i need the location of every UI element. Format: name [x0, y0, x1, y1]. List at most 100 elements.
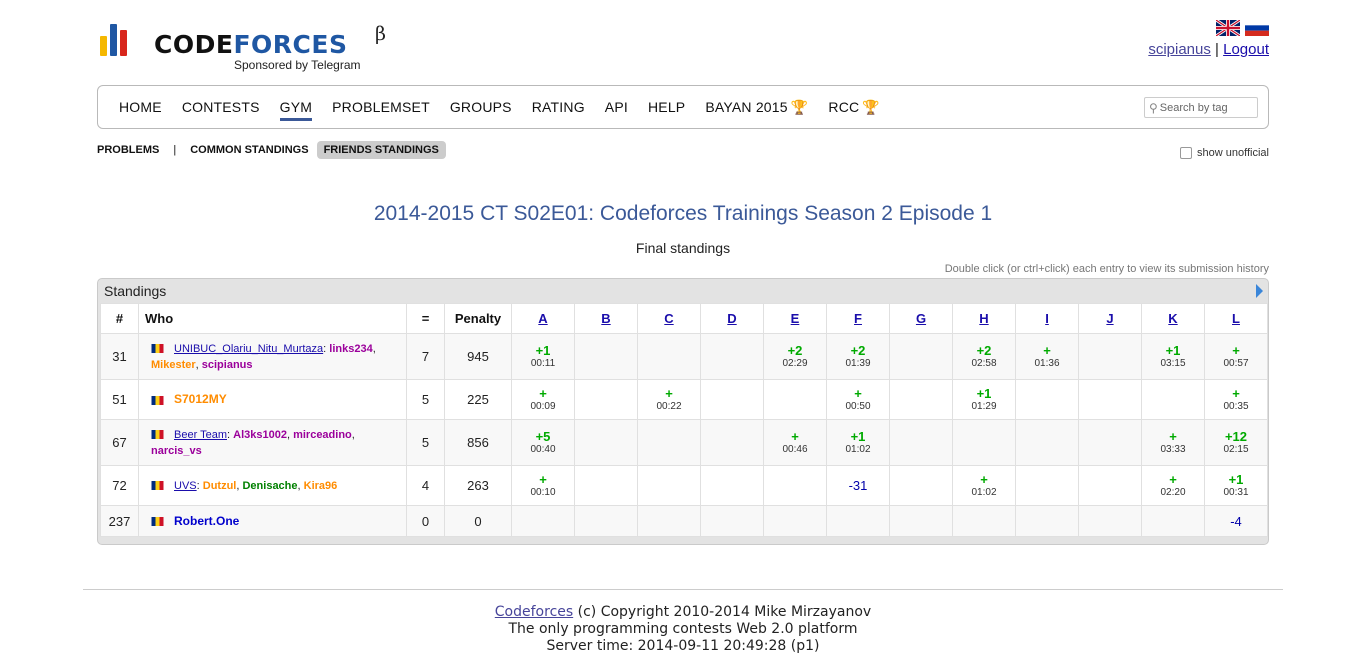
problem-cell[interactable]: +01:36 — [1015, 333, 1079, 380]
problem-cell[interactable] — [574, 465, 638, 506]
contestant-link[interactable]: Robert.One — [174, 514, 239, 528]
problem-link[interactable]: D — [727, 311, 736, 326]
nav-item-api[interactable]: API — [605, 99, 628, 115]
problem-link[interactable]: J — [1106, 311, 1113, 326]
problem-cell[interactable]: +2 01:39 — [826, 333, 890, 380]
problem-cell[interactable] — [574, 379, 638, 420]
problem-cell[interactable] — [1078, 505, 1142, 537]
problem-cell[interactable] — [1015, 505, 1079, 537]
problem-cell[interactable]: +00:10 — [511, 465, 575, 506]
team-link[interactable]: UVS — [174, 480, 197, 492]
member-link[interactable]: Mikester — [151, 359, 196, 371]
problem-cell[interactable]: +00:50 — [826, 379, 890, 420]
problem-cell[interactable]: +00:22 — [637, 379, 701, 420]
team-link[interactable]: Beer Team — [174, 429, 227, 441]
logout-link[interactable]: Logout — [1223, 41, 1269, 58]
problem-cell[interactable] — [1141, 505, 1205, 537]
problem-link[interactable]: C — [664, 311, 673, 326]
nav-item-home[interactable]: HOME — [119, 99, 162, 115]
member-link[interactable]: Denisache — [242, 480, 297, 492]
nav-item-rating[interactable]: RATING — [532, 99, 585, 115]
table-row[interactable]: 72 UVS: Dutzul, Denisache, Kira96 4 263 +00:… — [100, 465, 1268, 506]
problem-cell[interactable] — [700, 379, 764, 420]
table-row[interactable]: 67 Beer Team: Al3ks1002, mirceadino, narc… — [100, 419, 1268, 466]
tab-friends-standings[interactable]: FRIENDS STANDINGS — [316, 141, 446, 159]
team-link[interactable]: UNIBUC_Olariu_Nitu_Murtaza — [174, 343, 323, 355]
member-link[interactable]: Al3ks1002 — [233, 429, 287, 441]
problem-cell[interactable] — [700, 419, 764, 466]
problem-link[interactable]: B — [601, 311, 610, 326]
problem-cell[interactable]: -31 — [826, 465, 890, 506]
member-link[interactable]: Dutzul — [203, 480, 237, 492]
problem-cell[interactable] — [637, 419, 701, 466]
problem-cell[interactable] — [952, 505, 1016, 537]
nav-item-gym[interactable]: GYM — [279, 99, 313, 121]
table-row[interactable]: 31 UNIBUC_Olariu_Nitu_Murtaza: links234, … — [100, 333, 1268, 380]
tag-search-input[interactable]: ⚲ Search by tag — [1144, 97, 1258, 118]
problem-cell[interactable] — [637, 505, 701, 537]
tab-problems[interactable]: PROBLEMS — [97, 144, 159, 156]
problem-cell[interactable] — [763, 505, 827, 537]
table-row[interactable]: 237 Robert.One 0 0 -4 — [100, 505, 1268, 537]
problem-cell[interactable] — [1015, 465, 1079, 506]
problem-cell[interactable] — [1078, 379, 1142, 420]
problem-cell[interactable]: +2 02:29 — [763, 333, 827, 380]
contestant-link[interactable]: S7012MY — [174, 392, 227, 406]
problem-cell[interactable]: +1 01:29 — [952, 379, 1016, 420]
member-link[interactable]: links234 — [329, 343, 372, 355]
problem-cell[interactable]: +5 00:40 — [511, 419, 575, 466]
problem-cell[interactable] — [1078, 333, 1142, 380]
problem-cell[interactable] — [574, 333, 638, 380]
problem-link[interactable]: A — [538, 311, 547, 326]
problem-cell[interactable]: +1 01:02 — [826, 419, 890, 466]
nav-item-contests[interactable]: CONTESTS — [182, 99, 260, 115]
problem-cell[interactable] — [763, 465, 827, 506]
brand-name[interactable]: CODEFORCES — [154, 30, 347, 59]
problem-cell[interactable]: +12 02:15 — [1204, 419, 1268, 466]
problem-cell[interactable]: +1 00:31 — [1204, 465, 1268, 506]
problem-cell[interactable] — [700, 465, 764, 506]
problem-link[interactable]: K — [1168, 311, 1177, 326]
nav-item-help[interactable]: HELP — [648, 99, 685, 115]
problem-cell[interactable] — [1015, 379, 1079, 420]
member-link[interactable]: mirceadino — [293, 429, 352, 441]
problem-cell[interactable] — [889, 465, 953, 506]
problem-cell[interactable] — [889, 505, 953, 537]
show-unofficial-toggle[interactable]: show unofficial — [1180, 147, 1269, 159]
problem-cell[interactable]: -4 — [1204, 505, 1268, 537]
problem-cell[interactable] — [763, 379, 827, 420]
table-row[interactable]: 51 S7012MY 5 225 +00:09 +00:22 +00:50 +1 01:29 +0… — [100, 379, 1268, 420]
problem-link[interactable]: I — [1045, 311, 1049, 326]
codeforces-logo-icon[interactable] — [100, 24, 130, 56]
member-link[interactable]: scipianus — [202, 359, 253, 371]
problem-cell[interactable]: +00:46 — [763, 419, 827, 466]
problem-cell[interactable]: +2 02:58 — [952, 333, 1016, 380]
problem-link[interactable]: H — [979, 311, 988, 326]
contest-title[interactable]: 2014-2015 CT S02E01: Codeforces Training… — [0, 202, 1349, 226]
problem-cell[interactable]: +1 03:15 — [1141, 333, 1205, 380]
tab-common-standings[interactable]: COMMON STANDINGS — [190, 144, 308, 156]
nav-item-bayan-2015[interactable]: BAYAN 2015 🏆 — [705, 99, 808, 116]
problem-cell[interactable] — [1078, 419, 1142, 466]
problem-cell[interactable] — [889, 379, 953, 420]
problem-cell[interactable]: +1 00:11 — [511, 333, 575, 380]
problem-link[interactable]: E — [791, 311, 800, 326]
member-link[interactable]: Kira96 — [304, 480, 338, 492]
problem-cell[interactable] — [889, 419, 953, 466]
footer-codeforces-link[interactable]: Codeforces — [495, 604, 573, 620]
problem-cell[interactable] — [574, 505, 638, 537]
problem-cell[interactable] — [1015, 419, 1079, 466]
expand-arrow-icon[interactable] — [1256, 284, 1263, 298]
member-link[interactable]: narcis_vs — [151, 445, 202, 457]
problem-cell[interactable] — [511, 505, 575, 537]
problem-cell[interactable]: +03:33 — [1141, 419, 1205, 466]
problem-cell[interactable] — [700, 333, 764, 380]
problem-cell[interactable]: +00:57 — [1204, 333, 1268, 380]
problem-cell[interactable]: +02:20 — [1141, 465, 1205, 506]
english-flag-icon[interactable] — [1216, 20, 1240, 36]
problem-cell[interactable] — [700, 505, 764, 537]
nav-item-rcc[interactable]: RCC 🏆 — [828, 99, 880, 116]
problem-link[interactable]: F — [854, 311, 862, 326]
problem-cell[interactable] — [574, 419, 638, 466]
problem-cell[interactable] — [1141, 379, 1205, 420]
